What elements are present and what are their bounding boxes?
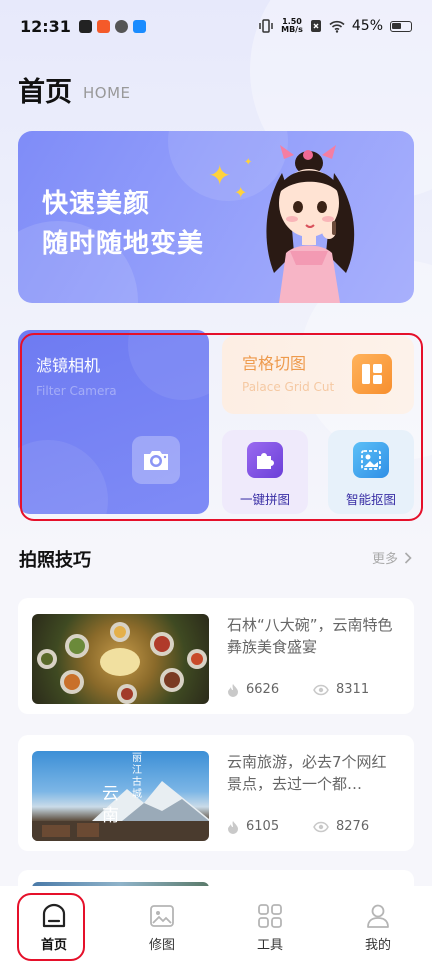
more-link[interactable]: 更多 [372,548,412,567]
article-thumbnail: 云南 丽江古城 [32,751,209,841]
girl-illustration [266,145,355,303]
vibrate-icon [259,19,273,33]
article-title: 石林“八大碗”，云南特色彝族美食盛宴 [227,616,393,656]
nav-item-tools[interactable]: 工具 [216,886,324,964]
view-count: 8276 [313,819,369,834]
app-notification-icon [114,19,128,33]
article-card[interactable]: 石林“八大碗”，云南特色彝族美食盛宴 6626 8311 [18,598,414,714]
more-label: 更多 [371,552,398,567]
banner-headline: 快速美颜 [42,189,151,219]
flame-icon [228,683,238,697]
image-edit-icon [150,905,174,927]
article-title: 云南旅游，必去7个网红景点，去过一个都… [227,753,387,793]
page-subtitle: HOME [83,84,131,102]
eye-icon [313,821,329,832]
banner-subheadline: 随时随地变美 [42,229,205,259]
article-thumbnail [32,614,209,704]
app-notification-icon [78,19,92,33]
feature-highlight-box [20,333,423,521]
app-notification-icon [96,19,110,33]
thumbnail-caption-main: 云南 [102,784,119,826]
network-speed: 1.50 MB/s [281,17,303,34]
tools-grid-icon [258,904,282,928]
thumbnail-caption-side: 丽江古城 [132,753,142,800]
nav-label-profile: 我的 [364,938,391,953]
view-count: 8311 [313,682,369,697]
battery-icon [390,20,412,32]
like-count: 6626 [227,682,279,697]
eye-icon [313,684,329,695]
app-notification-icon [132,19,146,33]
promo-banner[interactable]: 快速美颜 随时随地变美 ✦ ✦ ✦ [18,131,414,303]
nav-item-profile[interactable]: 我的 [324,886,432,964]
status-time: 12:31 [20,16,71,36]
flame-icon [228,820,238,834]
nav-highlight-box [17,893,85,961]
article-card[interactable]: 云南 丽江古城 云南旅游，必去7个网红景点，去过一个都… 6105 8276 [18,735,414,851]
nav-label-tools: 工具 [256,938,283,953]
nav-label-edit: 修图 [148,938,175,953]
nav-item-edit[interactable]: 修图 [108,886,216,964]
page-title: 首页 [18,77,72,108]
sparkle-icon: ✦ [208,159,232,192]
tips-section-title: 拍照技巧 [19,550,91,571]
profile-icon [367,904,389,928]
no-sim-icon [310,20,321,32]
like-count: 6105 [227,819,279,834]
chevron-right-icon [404,551,412,564]
battery-percent: 45% [351,18,383,34]
wifi-icon [329,20,345,33]
status-bar: 12:31 1.50 MB/s 45% [0,0,432,52]
